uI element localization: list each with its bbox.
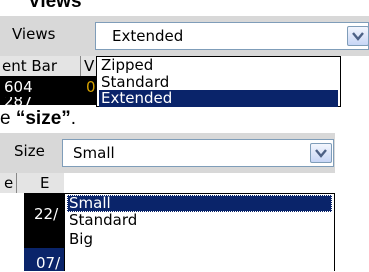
column-divider	[16, 173, 17, 193]
instruction-prefix: e	[0, 108, 16, 129]
views-label: Views	[12, 25, 56, 43]
dropdown-option-zipped[interactable]: Zipped	[99, 57, 338, 74]
size-column-header: e E	[0, 173, 64, 193]
views-column-header: ent Bar V	[0, 56, 96, 76]
chevron-down-icon	[315, 148, 327, 158]
column-divider	[80, 56, 81, 76]
dropdown-option-small[interactable]: Small	[67, 195, 332, 212]
size-select-value: Small	[73, 144, 115, 162]
views-dropdown-button[interactable]	[347, 26, 369, 46]
column-header-e: e	[4, 174, 14, 192]
size-select[interactable]: Small	[62, 139, 334, 167]
table-row: 22/	[24, 193, 64, 248]
table-cell: 0	[86, 78, 96, 96]
views-select[interactable]: Extended	[95, 22, 369, 50]
table-cell: 07/	[36, 254, 61, 272]
table-row: 604 0	[0, 76, 96, 97]
table-cell: 604	[4, 78, 33, 96]
table-cell: 287	[4, 97, 33, 105]
instruction-suffix: .	[70, 108, 77, 129]
size-dropdown-button[interactable]	[310, 143, 332, 163]
table-row: 07/	[24, 248, 64, 272]
size-label: Size	[14, 142, 45, 160]
table-cell: 22/	[34, 205, 59, 223]
views-dropdown-list: Zipped Standard Extended	[96, 56, 341, 107]
column-header-event-bar: ent Bar	[2, 57, 58, 75]
instruction-keyword: “size”	[15, 108, 71, 129]
size-dropdown-list: Small Standard Big	[64, 193, 335, 271]
dropdown-option-standard[interactable]: Standard	[67, 212, 332, 229]
instruction-text: e “size”.	[0, 108, 76, 130]
table-row: 287	[0, 97, 96, 105]
dropdown-option-big[interactable]: Big	[67, 231, 332, 248]
views-select-value: Extended	[112, 27, 184, 45]
column-header-v: V	[84, 57, 95, 75]
views-toolbar: Views Extended	[0, 16, 369, 56]
dropdown-option-extended[interactable]: Extended	[99, 90, 338, 107]
column-header-E: E	[40, 174, 50, 192]
views-heading: Views	[28, 0, 82, 12]
chevron-down-icon	[352, 31, 364, 41]
size-toolbar: Size Small	[0, 133, 335, 173]
